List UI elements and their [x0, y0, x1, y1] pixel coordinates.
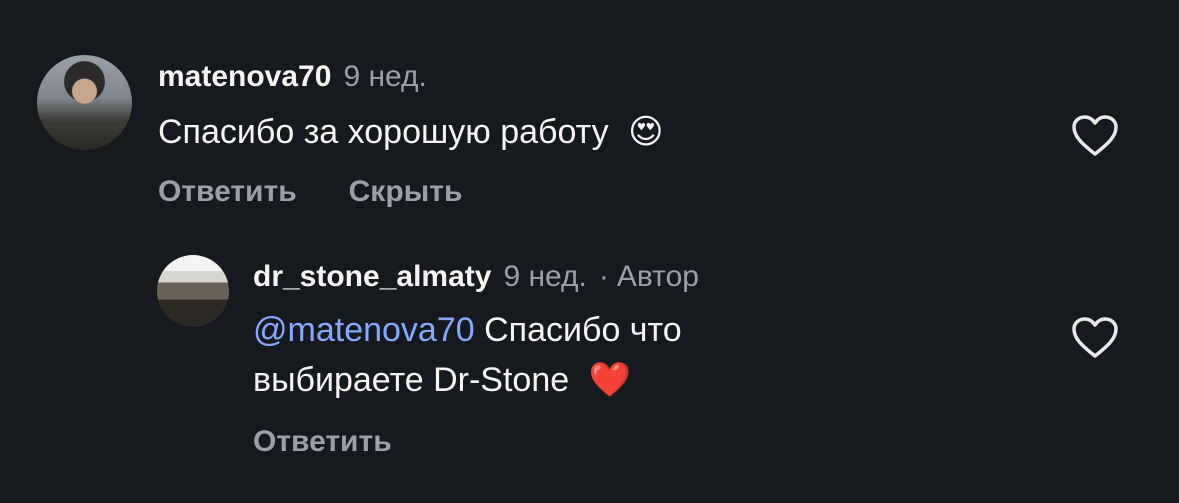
red-heart-emoji-icon: ❤️ — [588, 361, 631, 399]
comment-body: matenova70 9 нед. Спасибо за хорошую раб… — [158, 59, 664, 209]
separator-dot: · — [598, 260, 609, 293]
reply-actions: Ответить — [253, 425, 813, 459]
author-badge: Автор — [616, 260, 699, 293]
comment-header: matenova70 9 нед. — [158, 59, 664, 95]
comment-item: matenova70 9 нед. Спасибо за хорошую раб… — [37, 55, 664, 209]
comments-thread: matenova70 9 нед. Спасибо за хорошую раб… — [0, 0, 1179, 503]
comment-actions: Ответить Скрыть — [158, 175, 664, 209]
reply-time: 9 нед. — [503, 260, 587, 293]
reply-username[interactable]: dr_stone_almaty — [253, 259, 491, 295]
heart-eyes-emoji-icon: 😍 — [628, 113, 664, 151]
avatar[interactable] — [37, 55, 132, 150]
hide-button[interactable]: Скрыть — [349, 175, 463, 209]
comment-text: Спасибо за хорошую работу 😍 — [158, 107, 664, 157]
comment-username[interactable]: matenova70 — [158, 59, 331, 95]
reply-text: @matenova70 Спасибо что выбираете Dr-Sto… — [253, 305, 813, 405]
mention-link[interactable]: @matenova70 — [253, 311, 475, 349]
reply-button[interactable]: Ответить — [158, 175, 297, 209]
heart-outline-icon[interactable] — [1071, 114, 1119, 158]
reply-header: dr_stone_almaty 9 нед. · Автор — [253, 259, 813, 295]
reply-item: dr_stone_almaty 9 нед. · Автор @matenova… — [157, 255, 813, 459]
heart-outline-icon[interactable] — [1071, 316, 1119, 360]
reply-body: dr_stone_almaty 9 нед. · Автор @matenova… — [253, 259, 813, 459]
comment-text-body: Спасибо за хорошую работу — [158, 113, 609, 151]
avatar[interactable] — [157, 255, 229, 327]
reply-button[interactable]: Ответить — [253, 425, 392, 459]
comment-time: 9 нед. — [343, 60, 427, 93]
